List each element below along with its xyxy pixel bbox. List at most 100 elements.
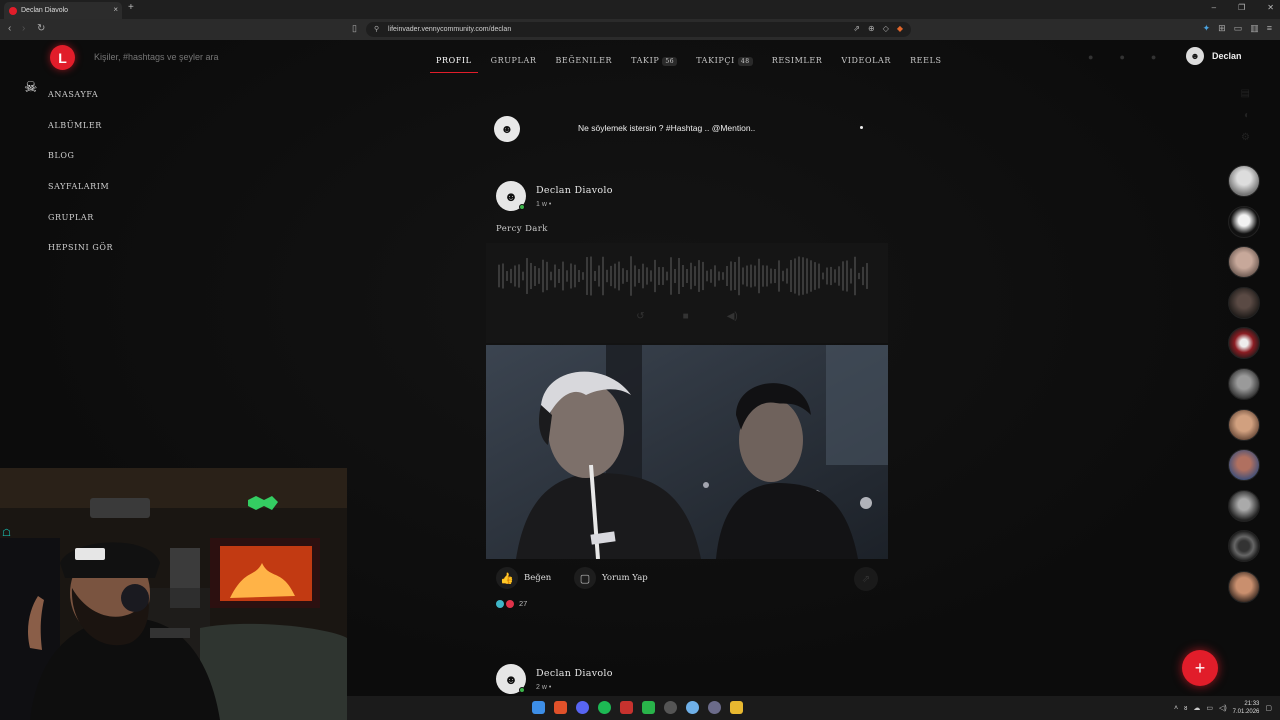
tab-takip[interactable]: Takip 56	[623, 54, 685, 75]
sidebar-item-hepsini-gor[interactable]: Hepsini gör	[48, 243, 113, 274]
friend-avatar[interactable]	[1228, 205, 1260, 238]
spotify-icon[interactable]	[598, 701, 611, 714]
steam-icon[interactable]	[686, 701, 699, 714]
wallet-icon[interactable]: ▭	[1234, 23, 1243, 34]
user-menu[interactable]: ☻ Declan	[1186, 47, 1242, 65]
friend-avatar[interactable]	[1228, 449, 1260, 482]
tab-gruplar[interactable]: Gruplar	[483, 54, 545, 75]
share-button[interactable]: ⇗	[854, 567, 878, 591]
chevron-up-icon[interactable]: ˄	[1174, 705, 1178, 712]
tab-resimler[interactable]: Resimler	[764, 54, 831, 75]
play-icon[interactable]: ■	[683, 311, 689, 322]
tab-close-icon[interactable]: ×	[113, 5, 118, 14]
mail-icon[interactable]: ▤	[1241, 88, 1250, 99]
windows-start-icon[interactable]	[532, 701, 545, 714]
network-icon[interactable]: ▭	[1206, 704, 1213, 712]
minimize-button[interactable]: –	[1212, 3, 1216, 12]
extensions-icon[interactable]: ⊞	[1218, 23, 1226, 34]
sidebar-toggle-icon[interactable]: ▥	[1250, 23, 1259, 34]
brave-browser-icon[interactable]	[554, 701, 567, 714]
clock[interactable]: 21:33 7.01.2026	[1233, 700, 1260, 716]
browser-tab[interactable]: Declan Diavolo ×	[4, 2, 122, 19]
zoom-icon[interactable]: ⊕	[868, 24, 875, 33]
volume-icon[interactable]: ◁)	[1219, 704, 1227, 712]
tab-begeniler[interactable]: Beğeniler	[547, 54, 620, 75]
app-icon[interactable]	[708, 701, 721, 714]
friend-avatar[interactable]	[1228, 408, 1260, 441]
sidebar-item-blog[interactable]: Blog	[48, 151, 113, 182]
forward-arrow-icon[interactable]: ›	[22, 23, 25, 34]
waveform-bar	[838, 266, 840, 286]
close-window-button[interactable]: ✕	[1267, 3, 1274, 12]
friend-avatar[interactable]	[1228, 367, 1260, 400]
friend-avatar[interactable]	[1228, 165, 1260, 197]
waveform-bar	[674, 268, 676, 284]
friend-avatar[interactable]	[1228, 570, 1260, 603]
volume-icon[interactable]: ◀)	[727, 311, 738, 322]
menu-icon[interactable]: ≡	[1267, 23, 1272, 34]
url-field[interactable]: ⚲ lifeinvader.vennycommunity.com/declan …	[366, 22, 911, 37]
site-info-icon[interactable]: ⚲	[374, 25, 379, 33]
skull-icon[interactable]: ☠	[24, 78, 37, 96]
puzzle-icon[interactable]: ✦	[1203, 23, 1211, 34]
notifications-icon[interactable]: ●	[1151, 52, 1156, 62]
waveform-bar	[754, 265, 756, 287]
waveform-bar	[522, 271, 524, 281]
audio-player[interactable]: ↺ ■ ◀)	[486, 243, 888, 343]
friend-avatar[interactable]	[1228, 530, 1260, 563]
file-explorer-icon[interactable]	[730, 701, 743, 714]
discord-icon[interactable]	[576, 701, 589, 714]
extension-icon[interactable]: ◇	[883, 24, 889, 33]
waveform-bar	[834, 269, 836, 283]
sidebar-item-albumler[interactable]: Albümler	[48, 121, 113, 152]
play-app-icon[interactable]	[642, 701, 655, 714]
post-composer[interactable]: ☻ Ne söylemek istersin ? #Hashtag .. @Me…	[494, 116, 874, 142]
tab-label: Takipçi	[696, 56, 735, 65]
friend-avatar[interactable]	[1228, 327, 1260, 360]
stream-app-icon[interactable]	[620, 701, 633, 714]
cloud-icon[interactable]: ☁	[1193, 704, 1200, 712]
share-link-icon[interactable]: ⇗	[853, 24, 860, 33]
lifeinvader-logo[interactable]: L	[50, 45, 75, 70]
post-author[interactable]: Declan Diavolo	[536, 668, 613, 679]
reload-icon[interactable]: ↻	[37, 23, 45, 34]
obs-icon[interactable]	[664, 701, 677, 714]
notifications-icon[interactable]: ▢	[1265, 704, 1272, 712]
waveform-bar	[826, 267, 828, 285]
tab-profil[interactable]: Profil	[428, 54, 480, 75]
settings-icon[interactable]: ⚙	[1241, 132, 1250, 143]
tab-takipci[interactable]: Takipçi 48	[688, 54, 761, 75]
online-friends	[1228, 165, 1260, 612]
bookmark-icon[interactable]: ▯	[352, 23, 357, 34]
friend-avatar[interactable]	[1228, 489, 1260, 522]
messages-icon[interactable]: ●	[1119, 52, 1124, 62]
sidebar-item-anasayfa[interactable]: Anasayfa	[48, 90, 113, 121]
waveform-bar	[618, 261, 620, 291]
post: ☻ Declan Diavolo 2 w •	[486, 664, 888, 696]
tab-reels[interactable]: Reels	[902, 54, 950, 75]
back-arrow-icon[interactable]: ‹	[8, 23, 11, 34]
post-image[interactable]	[486, 345, 888, 559]
comment-button[interactable]: ▢ Yorum Yap	[574, 567, 648, 589]
audio-waveform[interactable]	[498, 255, 870, 297]
sidebar-item-sayfalarim[interactable]: Sayfalarım	[48, 182, 113, 213]
chat-icon[interactable]: ◐	[1244, 110, 1250, 121]
maximize-button[interactable]: ❐	[1238, 3, 1245, 12]
composer-placeholder[interactable]: Ne söylemek istersin ? #Hashtag .. @Ment…	[578, 123, 755, 133]
waveform-bar	[738, 256, 740, 296]
shield-icon[interactable]: ◆	[897, 24, 903, 33]
replay-icon[interactable]: ↺	[636, 311, 644, 322]
waveform-bar	[794, 258, 796, 294]
sidebar-item-gruplar[interactable]: Gruplar	[48, 213, 113, 244]
new-tab-button[interactable]: +	[128, 2, 134, 13]
mic-icon[interactable]: ᴕ	[1184, 705, 1187, 712]
tab-videolar[interactable]: Videolar	[833, 54, 899, 75]
like-button[interactable]: 👍 Beğen	[496, 567, 551, 589]
people-icon[interactable]: ●	[1088, 52, 1093, 62]
post-author[interactable]: Declan Diavolo	[536, 185, 613, 196]
search-input[interactable]	[94, 52, 294, 62]
reactions[interactable]: 27	[496, 599, 527, 608]
create-post-button[interactable]: +	[1182, 650, 1218, 686]
friend-avatar[interactable]	[1228, 286, 1260, 319]
friend-avatar[interactable]	[1228, 246, 1260, 279]
